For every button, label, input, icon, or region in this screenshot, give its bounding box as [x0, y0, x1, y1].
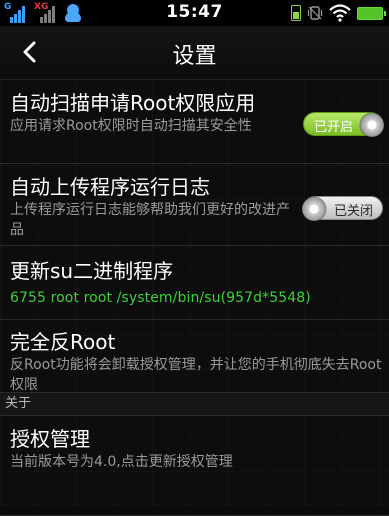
setting-title: 完全反Root	[10, 330, 116, 354]
settings-list: 自动扫描申请Root权限应用 应用请求Root权限时自动扫描其安全性 已开启 自…	[0, 80, 389, 516]
status-right-icons	[291, 3, 386, 23]
upload-log-toggle[interactable]: 已关闭	[302, 196, 383, 221]
setting-title: 授权管理	[10, 427, 90, 451]
page-title: 设置	[172, 44, 217, 69]
setting-description: 当前版本号为4.0,点击更新授权管理	[10, 454, 233, 470]
setting-description: 应用请求Root权限时自动扫描其安全性	[10, 118, 252, 134]
battery-small-icon	[291, 5, 301, 21]
setting-update-su[interactable]: 更新su二进制程序 6755 root root /system/bin/su(…	[0, 246, 389, 320]
toggle-knob	[302, 197, 326, 221]
battery-icon	[357, 6, 386, 20]
wifi-icon	[329, 4, 351, 22]
auto-scan-toggle[interactable]: 已开启	[303, 112, 384, 137]
setting-auth-manager[interactable]: 授权管理 当前版本号为4.0,点击更新授权管理	[0, 416, 389, 516]
setting-upload-log[interactable]: 自动上传程序运行日志 上传程序运行日志能够帮助我们更好的改进产品 已关闭	[0, 164, 389, 246]
setting-description: 反Root功能将会卸载授权管理，并让您的手机彻底失去Root权限	[10, 357, 382, 393]
setting-auto-scan[interactable]: 自动扫描申请Root权限应用 应用请求Root权限时自动扫描其安全性 已开启	[0, 80, 389, 164]
status-bar: G XG 15:47	[0, 0, 389, 26]
toggle-knob	[360, 113, 384, 137]
section-header-about: 关于	[0, 393, 389, 416]
setting-description: 上传程序运行日志能够帮助我们更好的改进产品	[10, 202, 290, 238]
setting-title: 更新su二进制程序	[10, 259, 174, 283]
toggle-label: 已关闭	[334, 204, 374, 219]
su-binary-info: 6755 root root /system/bin/su(957d*5548)	[10, 290, 311, 306]
title-bar: 设置	[0, 26, 389, 80]
setting-unroot[interactable]: 完全反Root 反Root功能将会卸载授权管理，并让您的手机彻底失去Root权限	[0, 320, 389, 393]
toggle-label: 已开启	[314, 120, 354, 135]
vibrate-icon	[307, 6, 323, 20]
